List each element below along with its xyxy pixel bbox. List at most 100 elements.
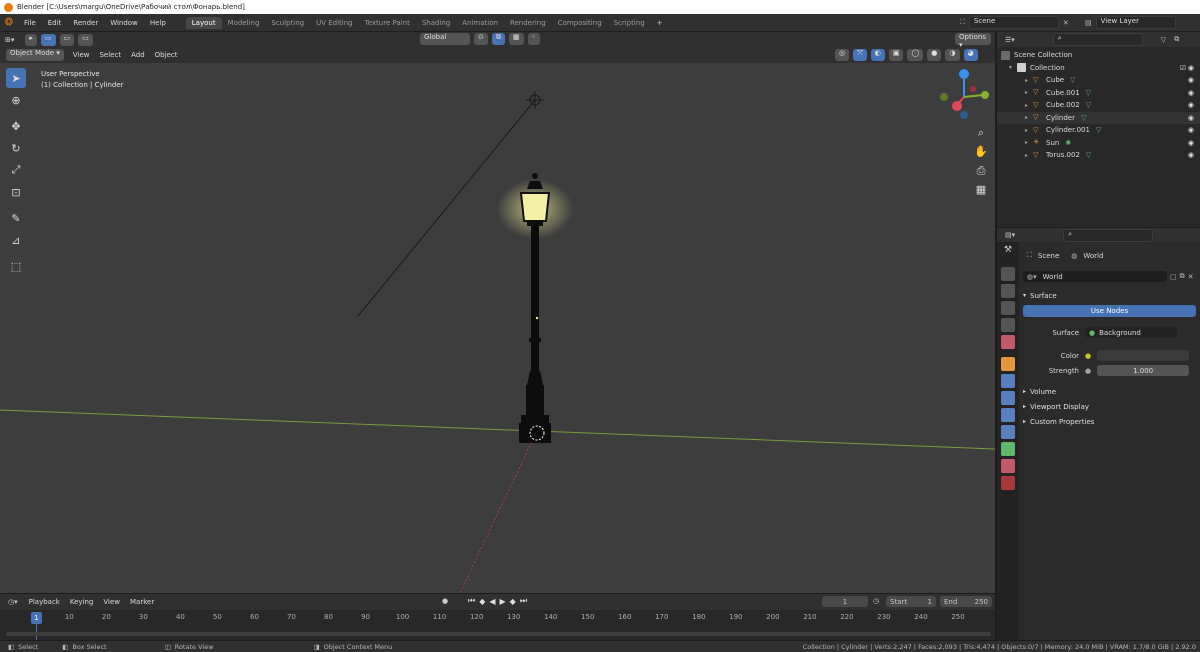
visibility-eye-icon[interactable]: ◉: [1188, 101, 1194, 109]
snap-toggle[interactable]: ⧉: [491, 33, 505, 45]
list-item[interactable]: ▸ ▽ Cube.002 ▽ ◉: [997, 99, 1200, 112]
list-item[interactable]: ▸ ▽ Cylinder ▽ ◉: [997, 111, 1200, 124]
gizmo-toggle-icon[interactable]: ⤧: [853, 49, 867, 61]
select-mode-subtract-button[interactable]: ▭: [78, 33, 93, 46]
view-layer-tab-icon[interactable]: [1001, 301, 1015, 315]
visibility-icon[interactable]: ◎: [835, 49, 850, 61]
options-dropdown[interactable]: Options ▾: [955, 33, 991, 49]
tab-shading[interactable]: Shading: [416, 17, 456, 29]
properties-editor-icon[interactable]: ▤▾: [1005, 231, 1015, 239]
world-tab-icon[interactable]: [1001, 335, 1015, 349]
menu-render[interactable]: Render: [67, 19, 104, 27]
mode-dropdown[interactable]: Object Mode ▾: [6, 49, 64, 61]
render-tab-icon[interactable]: [1001, 267, 1015, 281]
surface-panel-header[interactable]: ▾ Surface: [1023, 288, 1196, 303]
proportional-edit-button[interactable]: ◦: [527, 33, 540, 45]
list-item[interactable]: ▸ ▽ Cylinder.001 ▽ ◉: [997, 124, 1200, 137]
visibility-eye-icon[interactable]: ◉: [1188, 114, 1194, 122]
use-nodes-button[interactable]: Use Nodes: [1023, 305, 1196, 317]
new-collection-icon[interactable]: ⧉: [1174, 35, 1179, 44]
filter-icon[interactable]: ▽: [1161, 36, 1166, 44]
auto-keying-icon[interactable]: ●: [442, 597, 448, 605]
visibility-eye-icon[interactable]: ◉: [1188, 89, 1194, 97]
tab-sculpting[interactable]: Sculpting: [265, 17, 310, 29]
jump-start-icon[interactable]: ⏮: [468, 596, 475, 606]
texture-tab-icon[interactable]: [1001, 476, 1015, 490]
tab-animation[interactable]: Animation: [456, 17, 504, 29]
jump-key-back-icon[interactable]: ◆: [479, 597, 485, 606]
object-tab-icon[interactable]: [1001, 357, 1015, 371]
select-mode-new-button[interactable]: ▭: [40, 33, 56, 46]
duplicate-icon[interactable]: ⧉: [1180, 272, 1185, 281]
visibility-eye-icon[interactable]: ◉: [1188, 151, 1194, 159]
add-workspace-icon[interactable]: +: [651, 17, 669, 29]
menu-object[interactable]: Object: [150, 51, 183, 59]
rotate-tool-icon[interactable]: ↻: [6, 138, 26, 158]
visibility-eye-icon[interactable]: ◉: [1188, 126, 1194, 134]
add-cube-tool-icon[interactable]: ⬚: [6, 256, 26, 276]
pivot-point-button[interactable]: ⊙: [474, 33, 488, 45]
physics-tab-icon[interactable]: [1001, 408, 1015, 422]
menu-select[interactable]: Select: [94, 51, 126, 59]
timeline-editor-icon[interactable]: ◷▾: [8, 598, 18, 606]
menu-view[interactable]: View: [68, 51, 95, 59]
select-mode-extend-button[interactable]: ▭: [59, 33, 75, 46]
select-box-tool-icon[interactable]: ➤: [6, 68, 26, 88]
play-icon[interactable]: ▶: [500, 597, 506, 606]
pan-hand-icon[interactable]: ✋: [972, 142, 990, 161]
data-tab-icon[interactable]: [1001, 442, 1015, 456]
menu-playback[interactable]: Playback: [24, 598, 65, 606]
menu-edit[interactable]: Edit: [42, 19, 68, 27]
menu-window[interactable]: Window: [104, 19, 144, 27]
scene-selector[interactable]: Scene: [968, 16, 1059, 29]
tab-scripting[interactable]: Scripting: [608, 17, 651, 29]
cursor-tool-icon[interactable]: ⊕: [6, 90, 26, 110]
shading-wireframe-icon[interactable]: ◯: [907, 49, 924, 61]
play-reverse-icon[interactable]: ◀: [489, 597, 495, 606]
viewport-display-panel-header[interactable]: ▸ Viewport Display: [1023, 399, 1196, 414]
scene-tab-icon[interactable]: [1001, 318, 1015, 332]
camera-view-icon[interactable]: ⎙: [972, 161, 990, 180]
visibility-eye-icon[interactable]: ◉: [1188, 139, 1194, 147]
playhead[interactable]: 1: [31, 612, 42, 624]
modifier-tab-icon[interactable]: [1001, 374, 1015, 388]
end-frame-field[interactable]: End 250: [940, 596, 992, 607]
outliner-editor-icon[interactable]: ☰▾: [1005, 36, 1015, 44]
scale-tool-icon[interactable]: ⤢: [6, 160, 26, 180]
visibility-eye-icon[interactable]: ◉: [1188, 64, 1194, 72]
expand-arrow-icon[interactable]: ▾: [1009, 64, 1017, 71]
list-item[interactable]: ▸ ▽ Cube.001 ▽ ◉: [997, 87, 1200, 100]
timeline-scrollbar[interactable]: [6, 632, 991, 636]
close-icon[interactable]: ✕: [1188, 273, 1194, 281]
tool-tab-icon[interactable]: ⚒: [1001, 245, 1015, 259]
xray-toggle-icon[interactable]: ▣: [888, 49, 904, 61]
move-tool-icon[interactable]: ✥: [6, 116, 26, 136]
visibility-eye-icon[interactable]: ◉: [1188, 76, 1194, 84]
transform-tool-icon[interactable]: ⊡: [6, 182, 26, 202]
annotate-tool-icon[interactable]: ✎: [6, 208, 26, 228]
tab-rendering[interactable]: Rendering: [504, 17, 552, 29]
menu-keying[interactable]: Keying: [65, 598, 99, 606]
transform-orientation-dropdown[interactable]: Global: [420, 33, 470, 45]
tab-uv-editing[interactable]: UV Editing: [310, 17, 359, 29]
fake-user-icon[interactable]: ▢: [1170, 273, 1177, 281]
menu-file[interactable]: File: [18, 19, 42, 27]
outliner-search-input[interactable]: ⌕: [1052, 33, 1143, 46]
custom-properties-panel-header[interactable]: ▸ Custom Properties: [1023, 414, 1196, 429]
tab-compositing[interactable]: Compositing: [552, 17, 608, 29]
strength-field[interactable]: 1.000: [1097, 365, 1190, 376]
menu-marker[interactable]: Marker: [125, 598, 159, 606]
constraints-tab-icon[interactable]: [1001, 425, 1015, 439]
material-tab-icon[interactable]: [1001, 459, 1015, 473]
current-frame-field[interactable]: 1: [822, 596, 868, 607]
menu-help[interactable]: Help: [144, 19, 172, 27]
timeline-area[interactable]: 10 20 30 40 50 60 70 80 90 100 110 120 130 140 150 160 1…: [0, 610, 995, 640]
menu-add[interactable]: Add: [126, 51, 150, 59]
list-item[interactable]: ▸ ▽ Cube ▽ ◉: [997, 74, 1200, 87]
select-tool-button[interactable]: ▸: [25, 33, 37, 46]
particles-tab-icon[interactable]: [1001, 391, 1015, 405]
shading-solid-icon[interactable]: ●: [927, 49, 942, 61]
close-icon[interactable]: ✕: [1063, 19, 1069, 27]
shading-material-icon[interactable]: ◑: [945, 49, 960, 61]
properties-search-input[interactable]: ⌕: [1063, 228, 1154, 242]
